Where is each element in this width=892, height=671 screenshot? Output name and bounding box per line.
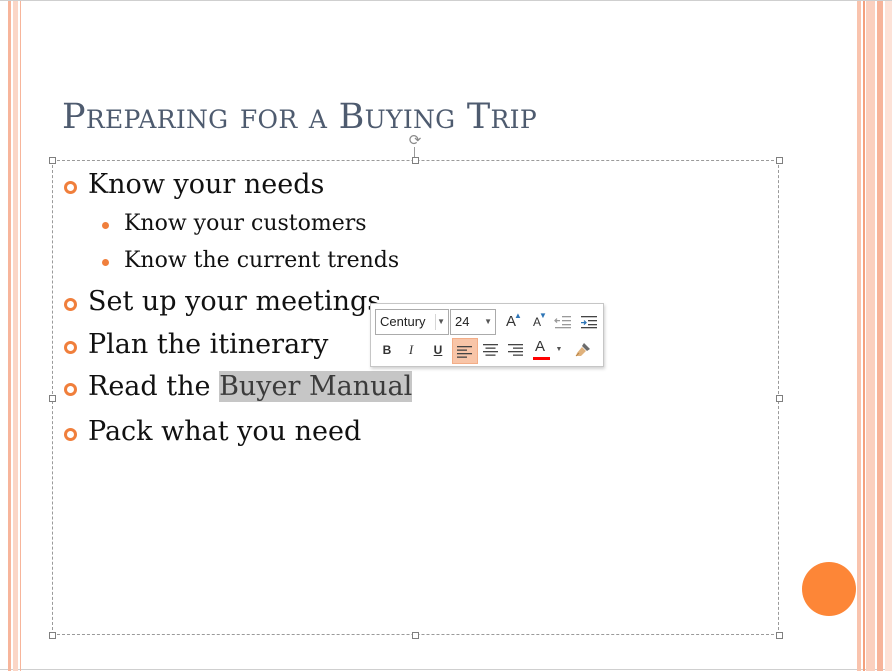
right-decor-stripe xyxy=(866,1,875,671)
sub-bullet-item[interactable]: Know the current trends xyxy=(124,248,399,273)
right-decor-stripe xyxy=(885,1,892,671)
right-decor-stripe xyxy=(877,1,883,671)
ring-bullet-icon xyxy=(64,341,77,354)
decrease-indent-icon xyxy=(554,316,571,329)
dot-bullet-icon xyxy=(102,222,109,229)
ring-bullet-icon xyxy=(64,181,77,194)
ring-bullet-icon xyxy=(64,383,77,396)
align-left-button[interactable] xyxy=(452,338,478,364)
left-decor-stripe xyxy=(8,1,11,671)
bullet-item[interactable]: Know your needs xyxy=(88,169,324,200)
align-right-icon xyxy=(508,344,523,356)
resize-handle-bottom-right[interactable] xyxy=(776,632,783,639)
left-decor-stripe xyxy=(13,1,18,671)
increase-indent-icon xyxy=(581,316,597,329)
resize-handle-bottom[interactable] xyxy=(412,632,419,639)
font-size-value: 24 xyxy=(455,314,470,329)
format-painter-button[interactable] xyxy=(572,339,594,361)
resize-handle-top-left[interactable] xyxy=(49,157,56,164)
resize-handle-top[interactable] xyxy=(412,157,419,164)
align-right-button[interactable] xyxy=(505,339,527,361)
slide-title[interactable]: Preparing for a Buying Trip xyxy=(62,97,537,137)
resize-handle-right[interactable] xyxy=(776,395,783,402)
sub-bullet-item[interactable]: Know your customers xyxy=(124,211,367,236)
bullet-item[interactable]: Pack what you need xyxy=(88,416,361,447)
mini-format-toolbar: Century ▼ 24 ▼ A ▲ A ▼ B I U A ▼ xyxy=(370,303,604,367)
decrease-indent-button[interactable] xyxy=(552,311,574,333)
resize-handle-left[interactable] xyxy=(49,395,56,402)
font-color-icon: A xyxy=(535,338,546,355)
dot-bullet-icon xyxy=(102,259,109,266)
increase-indent-button[interactable] xyxy=(578,311,600,333)
rotate-handle-icon[interactable]: ⟳ xyxy=(407,132,423,148)
ring-bullet-icon xyxy=(64,298,77,311)
right-decor-stripe xyxy=(857,1,861,671)
resize-handle-bottom-left[interactable] xyxy=(49,632,56,639)
chevron-down-icon[interactable]: ▼ xyxy=(437,310,445,334)
underline-button[interactable]: U xyxy=(427,339,449,361)
resize-handle-top-right[interactable] xyxy=(776,157,783,164)
paintbrush-icon xyxy=(575,343,590,357)
slide-canvas[interactable]: Preparing for a Buying Trip ⟳ Know your … xyxy=(0,0,892,671)
decorative-circle xyxy=(802,562,856,616)
chevron-down-icon[interactable]: ▼ xyxy=(553,339,565,361)
font-name-value: Century xyxy=(380,314,426,329)
font-name-combo[interactable]: Century ▼ xyxy=(375,309,449,335)
font-color-bar xyxy=(533,357,550,360)
align-left-icon xyxy=(457,346,472,358)
selected-text[interactable]: Buyer Manual xyxy=(219,371,413,402)
chevron-down-icon[interactable]: ▼ xyxy=(484,310,492,334)
bullet-item[interactable]: Read the Buyer Manual xyxy=(88,371,413,402)
right-decor-stripe xyxy=(863,1,865,671)
align-center-icon xyxy=(483,344,498,356)
bold-button[interactable]: B xyxy=(376,339,398,361)
ring-bullet-icon xyxy=(64,428,77,441)
font-color-button[interactable]: A xyxy=(531,338,553,360)
grow-font-button[interactable]: A ▲ xyxy=(500,311,522,333)
shrink-font-button[interactable]: A ▼ xyxy=(526,311,548,333)
left-decor-stripe xyxy=(20,1,21,671)
bullet-text: Read the xyxy=(88,371,220,402)
font-size-combo[interactable]: 24 ▼ xyxy=(450,309,496,335)
italic-button[interactable]: I xyxy=(400,339,422,361)
bullet-item[interactable]: Plan the itinerary xyxy=(88,329,328,360)
align-center-button[interactable] xyxy=(480,339,502,361)
bullet-item[interactable]: Set up your meetings xyxy=(88,286,381,317)
